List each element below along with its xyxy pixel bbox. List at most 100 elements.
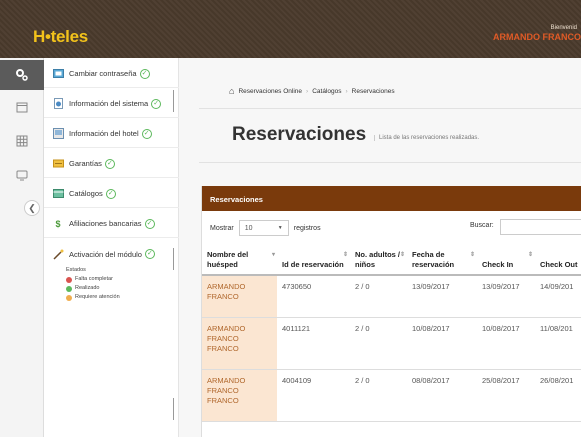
page-size-select[interactable]: 10 ▼ <box>238 220 289 236</box>
check-icon: ✓ <box>141 128 152 139</box>
check-icon: ✓ <box>139 68 150 79</box>
user-name[interactable]: ARMANDO FRANCO <box>493 32 581 42</box>
menu-item-label: Afiliaciones bancarias <box>69 219 142 228</box>
wand-icon <box>52 248 64 260</box>
sort-icon: ⇕ <box>342 252 348 258</box>
menu-item-info-sistema[interactable]: Información del sistema ✓ <box>44 90 179 118</box>
app-logo[interactable]: H•teles <box>33 27 88 47</box>
show-label: Mostrar <box>210 224 234 232</box>
rail-grid-icon[interactable] <box>0 126 44 156</box>
cell-checkin: 25/08/2017 <box>477 369 535 422</box>
table-row[interactable]: ARMANDO FRANCO FRANCO 4004109 2 / 0 08/0… <box>202 369 581 422</box>
info-icon <box>52 98 64 110</box>
column-header-people[interactable]: No. adultos / niños ⇕ <box>350 246 407 276</box>
sidebar-menu: Cambiar contraseña ✓ Información del sis… <box>44 58 179 437</box>
panel-title: Reservaciones <box>202 186 581 211</box>
cell-checkout: 14/09/201 <box>535 275 581 318</box>
rail-monitor-icon[interactable] <box>0 160 44 190</box>
cell-people: 2 / 0 <box>350 369 407 422</box>
check-icon: ✓ <box>104 158 115 169</box>
menu-scrollbar-bottom[interactable] <box>173 398 174 420</box>
reservations-panel: Reservaciones Mostrar 10 ▼ registros Bus… <box>201 186 581 437</box>
garantia-icon <box>52 158 64 170</box>
cell-checkin: 10/08/2017 <box>477 317 535 370</box>
welcome-block: Bienvenid ARMANDO FRANCO <box>493 25 581 42</box>
catalog-icon <box>52 188 64 200</box>
legend-item: Requiere atención <box>66 293 120 302</box>
menu-scrollbar-mid[interactable] <box>173 248 174 270</box>
rail-settings-icon[interactable] <box>0 60 44 90</box>
cell-checkout: 11/08/201 <box>535 317 581 370</box>
divider <box>199 162 581 163</box>
menu-item-label: Información del sistema <box>69 99 149 108</box>
table-controls: Mostrar 10 ▼ registros Buscar: <box>210 219 581 237</box>
breadcrumb: ⌂ Reservaciones Online › Catálogos › Res… <box>229 86 395 96</box>
cell-id: 4011121 <box>277 317 350 370</box>
menu-item-cambiar-contrasena[interactable]: Cambiar contraseña ✓ <box>44 60 179 88</box>
cell-id: 4004109 <box>277 369 350 422</box>
menu-item-catalogos[interactable]: Catálogos ✓ <box>44 180 179 208</box>
check-icon: ✓ <box>144 249 155 259</box>
menu-item-label: Activación del módulo <box>69 249 142 259</box>
table-row[interactable]: ARMANDO FRANCO 4730650 2 / 0 13/09/2017 … <box>202 275 581 318</box>
menu-item-info-hotel[interactable]: Información del hotel ✓ <box>44 120 179 148</box>
cell-date: 10/08/2017 <box>407 317 477 370</box>
search-input[interactable] <box>500 219 581 235</box>
sort-icon: ⇕ <box>469 252 475 258</box>
reservations-table: Nombre del huésped ▾ Id de reservación ⇕ N… <box>202 246 581 422</box>
table-header-row: Nombre del huésped ▾ Id de reservación ⇕ N… <box>202 246 581 276</box>
column-header-date[interactable]: Fecha de reservación ⇕ <box>407 246 477 276</box>
column-header-checkin[interactable]: Check In ⇕ <box>477 246 535 276</box>
key-icon <box>52 68 64 80</box>
page-subtitle: Lista de las reservaciones realizadas. <box>374 135 479 141</box>
red-status-icon <box>66 276 72 283</box>
cell-people: 2 / 0 <box>350 317 407 370</box>
chevron-down-icon: ▼ <box>277 225 283 231</box>
green-status-icon <box>66 285 72 292</box>
top-header: H•teles Bienvenid ARMANDO FRANCO <box>0 0 581 58</box>
cell-guest: ARMANDO FRANCO FRANCO <box>202 369 277 422</box>
legend-title: Estados <box>66 267 86 273</box>
legend-item: Realizado <box>66 284 120 293</box>
column-header-checkout[interactable]: Check Out <box>535 246 581 276</box>
legend-item: Falta completar <box>66 275 120 284</box>
breadcrumb-separator: › <box>306 87 309 95</box>
menu-item-label: Catálogos <box>69 189 103 198</box>
menu-item-garantias[interactable]: Garantías ✓ <box>44 150 179 178</box>
rail-calendar-icon[interactable] <box>0 92 44 122</box>
orange-status-icon <box>66 294 72 301</box>
status-legend: Estados Falta completar Realizado Requie… <box>66 266 120 302</box>
table-row[interactable]: ARMANDO FRANCO FRANCO 4011121 2 / 0 10/0… <box>202 317 581 370</box>
main-content: ⌂ Reservaciones Online › Catálogos › Res… <box>179 58 581 437</box>
legend-label: Realizado <box>75 285 100 291</box>
breadcrumb-item: Reservaciones <box>351 87 395 95</box>
breadcrumb-separator: › <box>345 87 348 95</box>
hotel-icon <box>52 128 64 140</box>
cell-date: 13/09/2017 <box>407 275 477 318</box>
cell-date: 08/08/2017 <box>407 369 477 422</box>
home-icon[interactable]: ⌂ <box>229 86 234 96</box>
column-header-guest[interactable]: Nombre del huésped ▾ <box>202 246 277 276</box>
check-icon: ✓ <box>144 218 155 229</box>
breadcrumb-item[interactable]: Catálogos <box>312 88 341 95</box>
cell-id: 4730650 <box>277 275 350 318</box>
column-header-id[interactable]: Id de reservación ⇕ <box>277 246 350 276</box>
collapse-left-icon[interactable]: ❮ <box>24 200 40 216</box>
sort-icon: ⇕ <box>399 252 405 258</box>
search-label: Buscar: <box>470 222 494 229</box>
welcome-label: Bienvenid <box>550 25 577 31</box>
check-icon: ✓ <box>105 188 116 199</box>
sort-icon: ⇕ <box>527 252 533 258</box>
legend-label: Falta completar <box>75 276 113 282</box>
menu-item-label: Información del hotel <box>69 129 139 138</box>
menu-item-activacion[interactable]: Activación del módulo ✓ <box>44 240 179 268</box>
page-size-value: 10 <box>244 224 253 232</box>
menu-item-label: Garantías <box>69 159 102 168</box>
menu-item-afiliaciones[interactable]: $ Afiliaciones bancarias ✓ <box>44 210 179 238</box>
menu-scrollbar-top[interactable] <box>173 90 174 112</box>
cell-people: 2 / 0 <box>350 275 407 318</box>
breadcrumb-item[interactable]: Reservaciones Online <box>238 88 302 95</box>
records-label: registros <box>293 224 321 232</box>
sort-icon: ▾ <box>271 252 275 258</box>
icon-rail: ❮ <box>0 58 44 437</box>
